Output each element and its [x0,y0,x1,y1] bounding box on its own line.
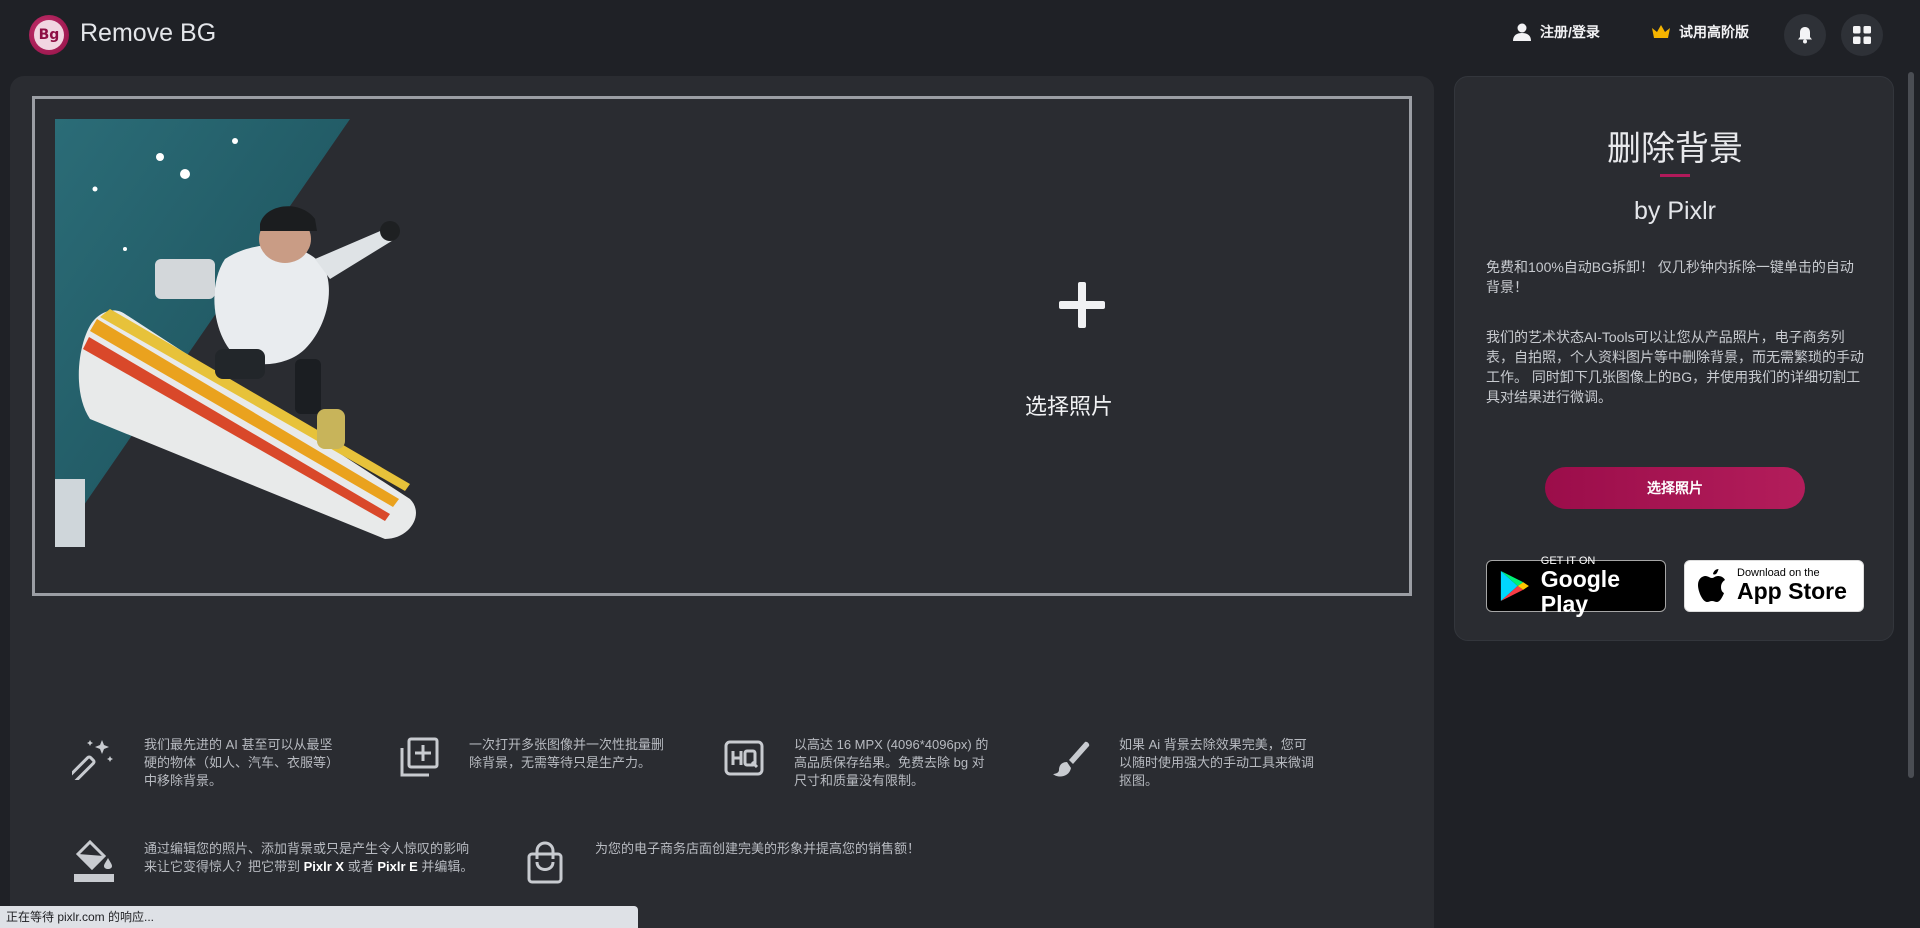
shopping-bag-icon [527,841,563,884]
google-play-badge[interactable]: GET IT ON Google Play [1486,555,1666,616]
premium-trial-button[interactable]: 试用高阶版 [1651,22,1749,42]
apple-icon [1698,569,1725,602]
paint-bucket-icon [74,840,114,882]
feature-text: 我们最先进的 AI 甚至可以从最坚硬的物体（如人、汽车、衣服等）中移除背景。 [144,737,340,788]
upload-dropzone[interactable]: 选择照片 [32,96,1412,596]
select-photo-button[interactable]: 选择照片 [1545,467,1805,509]
bell-icon [1798,27,1812,44]
main-panel: 选择照片 我们最先进的 AI 甚至可以从最坚硬的物体（如人、汽车、衣服等）中移除… [10,76,1434,928]
user-icon [1513,23,1531,41]
select-photo-label[interactable]: 选择照片 [1025,389,1113,421]
magic-wand-icon [72,740,113,780]
apple-big-text: App Store [1737,578,1847,604]
side-title: 删除背景 [1607,129,1743,169]
pixlr-e-link[interactable]: Pixlr E [377,859,417,874]
page-scrollbar[interactable] [1908,72,1914,778]
premium-label: 试用高阶版 [1679,24,1749,40]
feature-hq: 以高达 16 MPX (4096*4096px) 的高品质保存结果。免费去除 b… [722,736,994,790]
google-big-text: Google Play [1540,565,1620,617]
feature-text: 通过编辑您的照片、添加背景或只是产生令人惊叹的影响来让它变得惊人？把它带到 Pi… [144,841,474,874]
feature-batch: 一次打开多张图像并一次性批量删除背景，无需等待只是生产力。 [397,736,669,780]
pixlr-x-link[interactable]: Pixlr X [304,859,344,874]
login-label: 注册/登录 [1540,24,1600,40]
grid-icon [1853,26,1871,44]
side-description-1: 免费和100%自动BG拆卸！ 仅几秒钟内拆除一键单击的自动背景！ [1486,259,1854,295]
crown-icon [1652,25,1670,38]
brush-icon [1053,741,1090,777]
feature-text: 为您的电子商务店面创建完美的形象并提高您的销售额！ [595,841,921,856]
app-store-badge[interactable]: Download on the App Store [1684,560,1864,612]
notifications-button[interactable] [1784,14,1826,56]
hq-icon [724,740,764,776]
top-bar: Bg Remove BG 注册/登录 试用高阶版 [0,0,1920,70]
feature-edit: 通过编辑您的照片、添加背景或只是产生令人惊叹的影响来让它变得惊人？把它带到 Pi… [72,840,479,884]
feature-text: 一次打开多张图像并一次性批量删除背景，无需等待只是生产力。 [469,737,665,770]
side-info-panel: 删除背景 by Pixlr 免费和100%自动BG拆卸！ 仅几秒钟内拆除一键单击… [1454,76,1894,641]
logo-text: Bg [34,20,64,50]
add-photo-plus-icon[interactable] [1059,282,1105,328]
sample-snowboarder-image [55,119,416,547]
feature-ecommerce: 为您的电子商务店面创建完美的形象并提高您的销售额！ [523,840,930,884]
google-small-text: GET IT ON [1540,554,1596,567]
feature-ai-removal: 我们最先进的 AI 甚至可以从最坚硬的物体（如人、汽车、衣服等）中移除背景。 [72,736,344,790]
feature-manual-tools: 如果 Ai 背景去除效果完美，您可以随时使用强大的手动工具来微调抠图。 [1047,736,1319,790]
feature-text: 如果 Ai 背景去除效果完美，您可以随时使用强大的手动工具来微调抠图。 [1119,737,1315,788]
accent-divider [1660,174,1690,177]
by-pixlr: by Pixlr [1634,197,1716,225]
google-play-icon [1500,571,1529,601]
app-title[interactable]: Remove BG [80,19,216,48]
browser-status-bar: 正在等待 pixlr.com 的响应... [0,906,638,928]
login-button[interactable]: 注册/登录 [1512,22,1600,42]
side-description-2: 我们的艺术状态AI-Tools可以让您从产品照片，电子商务列表，自拍照，个人资料… [1486,329,1864,405]
batch-add-icon [400,737,439,777]
apps-grid-button[interactable] [1841,14,1883,56]
feature-text: 以高达 16 MPX (4096*4096px) 的高品质保存结果。免费去除 b… [794,737,989,788]
app-logo[interactable]: Bg [29,15,69,55]
